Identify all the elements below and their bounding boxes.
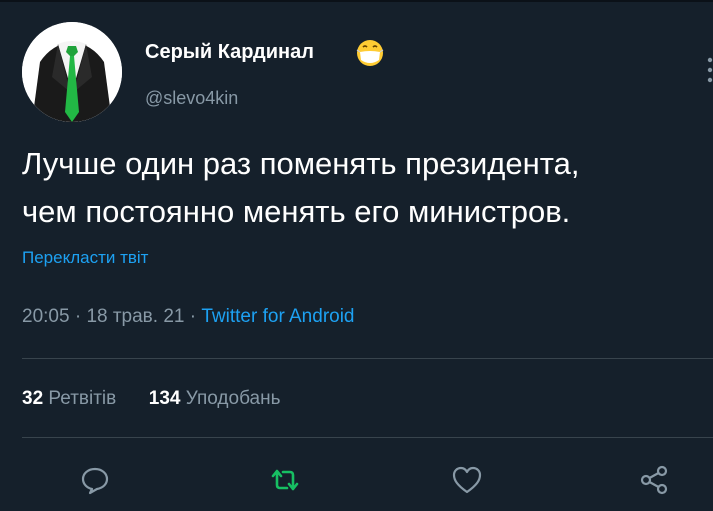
- tweet-meta: 20:05 · 18 трав. 21 · Twitter for Androi…: [22, 306, 355, 328]
- tweet-stats: 32 Ретвітів 134 Уподобань: [22, 388, 281, 410]
- retweets-label: Ретвітів: [48, 388, 117, 409]
- translate-tweet-link[interactable]: Перекласти твіт: [22, 248, 148, 268]
- share-button[interactable]: [634, 460, 674, 500]
- reply-icon: [81, 467, 109, 495]
- likes-stat[interactable]: 134 Уподобань: [149, 388, 281, 409]
- stats-bottom-divider: [22, 437, 713, 438]
- display-name[interactable]: Серый Кардинал: [145, 41, 314, 64]
- share-icon: [640, 465, 668, 495]
- face-with-medical-mask-icon: [356, 40, 384, 66]
- retweets-count: 32: [22, 388, 44, 409]
- stats-top-divider: [22, 358, 713, 359]
- tweet-time: 20:05: [22, 306, 70, 327]
- tweet-date: 18 трав. 21: [86, 306, 185, 327]
- tweet-text-line: Лучше один раз поменять президента,: [22, 146, 580, 181]
- top-divider: [0, 0, 713, 2]
- more-options-icon[interactable]: [701, 55, 713, 85]
- tweet-text: Лучше один раз поменять президента, чем …: [22, 140, 707, 236]
- tweet-card: Серый Кардинал @slevo4kin Лучше один раз…: [0, 0, 713, 511]
- user-handle[interactable]: @slevo4kin: [145, 88, 238, 109]
- tweet-text-line: чем постоянно менять его министров.: [22, 194, 571, 229]
- retweets-stat[interactable]: 32 Ретвітів: [22, 388, 122, 409]
- tweet-source-link[interactable]: Twitter for Android: [201, 306, 354, 327]
- meta-separator: ·: [69, 306, 87, 327]
- like-button[interactable]: [447, 460, 487, 500]
- likes-count: 134: [148, 388, 181, 409]
- heart-icon: [452, 466, 482, 494]
- reply-button[interactable]: [75, 460, 115, 500]
- retweet-icon: [271, 469, 299, 491]
- likes-label: Уподобань: [185, 388, 281, 409]
- meta-separator: ·: [184, 306, 202, 327]
- avatar[interactable]: [22, 22, 122, 122]
- retweet-button[interactable]: [265, 460, 305, 500]
